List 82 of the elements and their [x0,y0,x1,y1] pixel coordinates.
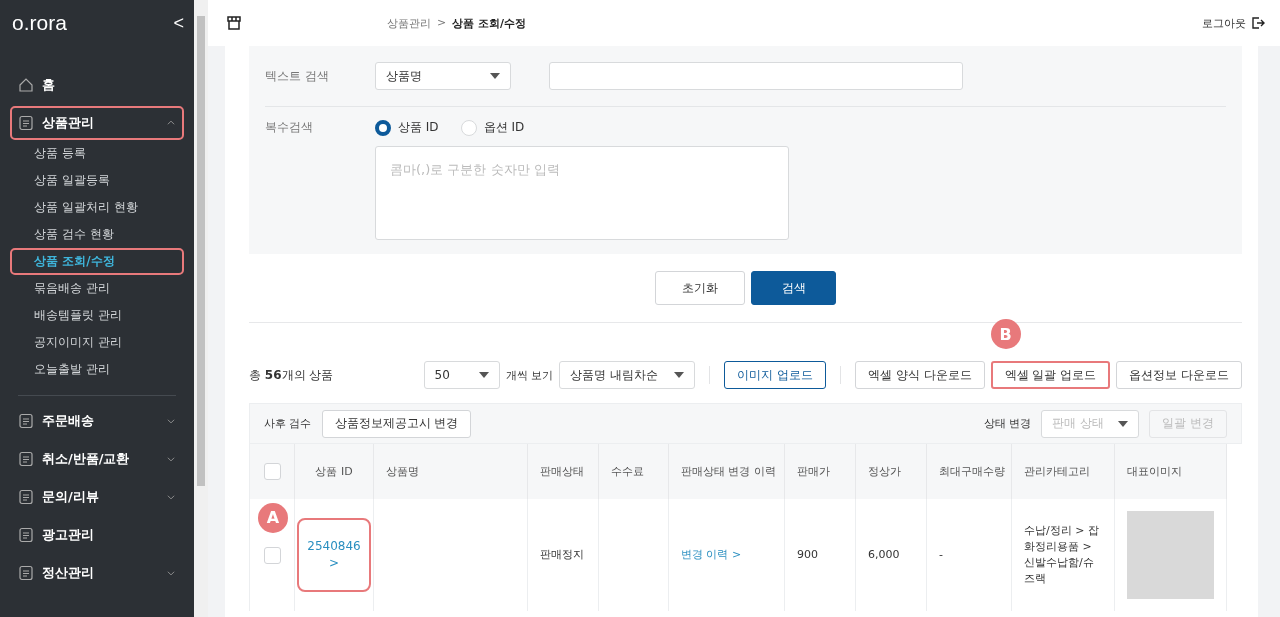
notice-change-button[interactable]: 상품정보제공고시 변경 [321,409,472,438]
id-input[interactable]: 콤마(,)로 구분한 숫자만 입력 [375,146,789,240]
sidebar-item[interactable]: 문의/리뷰 [10,480,184,514]
collapse-button[interactable]: < [173,12,184,34]
toolbar-button[interactable]: 이미지 업로드 [724,361,826,389]
sidebar-item[interactable]: 홈 [10,68,184,102]
scrollbar[interactable] [194,0,208,617]
logo: o.rora [12,11,67,35]
column-header: 대표이미지 [1115,444,1227,499]
caret-icon [674,372,685,378]
document-icon [18,565,34,581]
column-header: 상품 ID [295,444,374,499]
breadcrumb-separator: > [437,15,447,31]
chevron-down-icon [166,492,176,502]
breadcrumb-item: 상품 조회/수정 [452,15,527,31]
document-icon [18,115,34,131]
annotation-badge: B [990,319,1021,349]
column-header: 정상가 [856,444,927,499]
column-header: 최대구매수량 [927,444,1012,499]
column-header: 상품명 [374,444,528,499]
breadcrumb-item: 상품관리 [387,15,431,31]
radio-option[interactable]: 옵션 ID [460,119,525,136]
annotation-badge: A [258,503,288,533]
reset-button[interactable]: 초기화 [655,271,745,305]
caret-icon [478,372,489,378]
table-cell: 판매정지 [528,499,599,611]
sidebar-subitem[interactable]: 공지이미지 관리 [10,329,184,356]
product-id-link[interactable]: 2540846 > [297,517,371,593]
search-button[interactable]: 검색 [751,271,836,305]
column-header: 판매상태 변경 이력 [669,444,785,499]
caret-icon [490,73,500,79]
sort-select[interactable]: 상품명 내림차순 [559,361,696,389]
sidebar-item[interactable]: 상품관리 [10,106,184,140]
column-header: 수수료 [599,444,669,499]
document-icon [18,527,34,543]
sidebar-item[interactable]: 취소/반품/교환 [10,442,184,476]
sidebar-item[interactable]: 정산관리 [10,556,184,590]
toolbar-button[interactable]: 엑셀 양식 다운로드 [854,361,985,389]
column-header: 판매상태 [528,444,599,499]
sidebar-subitem[interactable]: 배송템플릿 관리 [10,302,184,329]
sidebar-subitem[interactable]: 상품 검수 현황 [10,221,184,248]
field-label: 복수검색 [265,119,314,136]
table-cell: 수납/정리 > 잡화정리용품 > 신발수납함/슈즈랙 [1012,499,1115,611]
status-change-label: 상태 변경 [983,416,1032,431]
sidebar-subitem[interactable]: 상품 일괄처리 현황 [10,194,184,221]
sidebar-item[interactable]: 광고관리 [10,518,184,552]
home-icon [18,77,34,93]
radio-option[interactable]: 상품 ID [375,119,439,136]
column-header: 관리카테고리 [1012,444,1115,499]
sidebar-subitem[interactable]: 묶음배송 관리 [10,275,184,302]
sidebar-subitem[interactable]: 상품 일괄등록 [10,167,184,194]
chevron-down-icon [166,454,176,464]
document-icon [18,451,34,467]
caret-icon [1118,420,1129,427]
search-input[interactable] [549,62,963,90]
toolbar-button[interactable]: 엑셀 일괄 업로드 [990,361,1111,389]
field-label: 텍스트 검색 [265,67,330,85]
checkbox[interactable] [263,546,281,564]
sidebar-subitem[interactable]: 오늘출발 관리 [10,356,184,383]
document-icon [18,489,34,505]
table-cell: 6,000 [856,499,927,611]
sidebar-subitem[interactable]: 상품 등록 [10,140,184,167]
sidebar-subitem[interactable]: 상품 조회/수정 [10,248,184,275]
table-cell: 900 [785,499,856,611]
history-link[interactable]: 변경 이력 > [681,547,742,563]
logout-icon [1250,15,1266,31]
column-header: 판매가 [785,444,856,499]
store-icon [226,15,242,31]
page-size-label: 개씩 보기 [505,367,554,383]
document-icon [18,413,34,429]
table-cell: - [927,499,1012,611]
chevron-down-icon [166,568,176,578]
toolbar-button[interactable]: 옵션정보 다운로드 [1116,361,1242,389]
total-count: 총 56개의 상품 [249,366,335,384]
review-label: 사후 검수 [264,416,312,431]
logout-link[interactable]: 로그아웃 [1202,15,1246,31]
sidebar-item[interactable]: 주문배송 [10,404,184,438]
chevron-up-icon [166,118,176,128]
search-type-select[interactable]: 상품명 [375,62,511,90]
chevron-down-icon [166,416,176,426]
page-size-select[interactable]: 50 [423,361,500,389]
checkbox[interactable] [263,463,281,480]
